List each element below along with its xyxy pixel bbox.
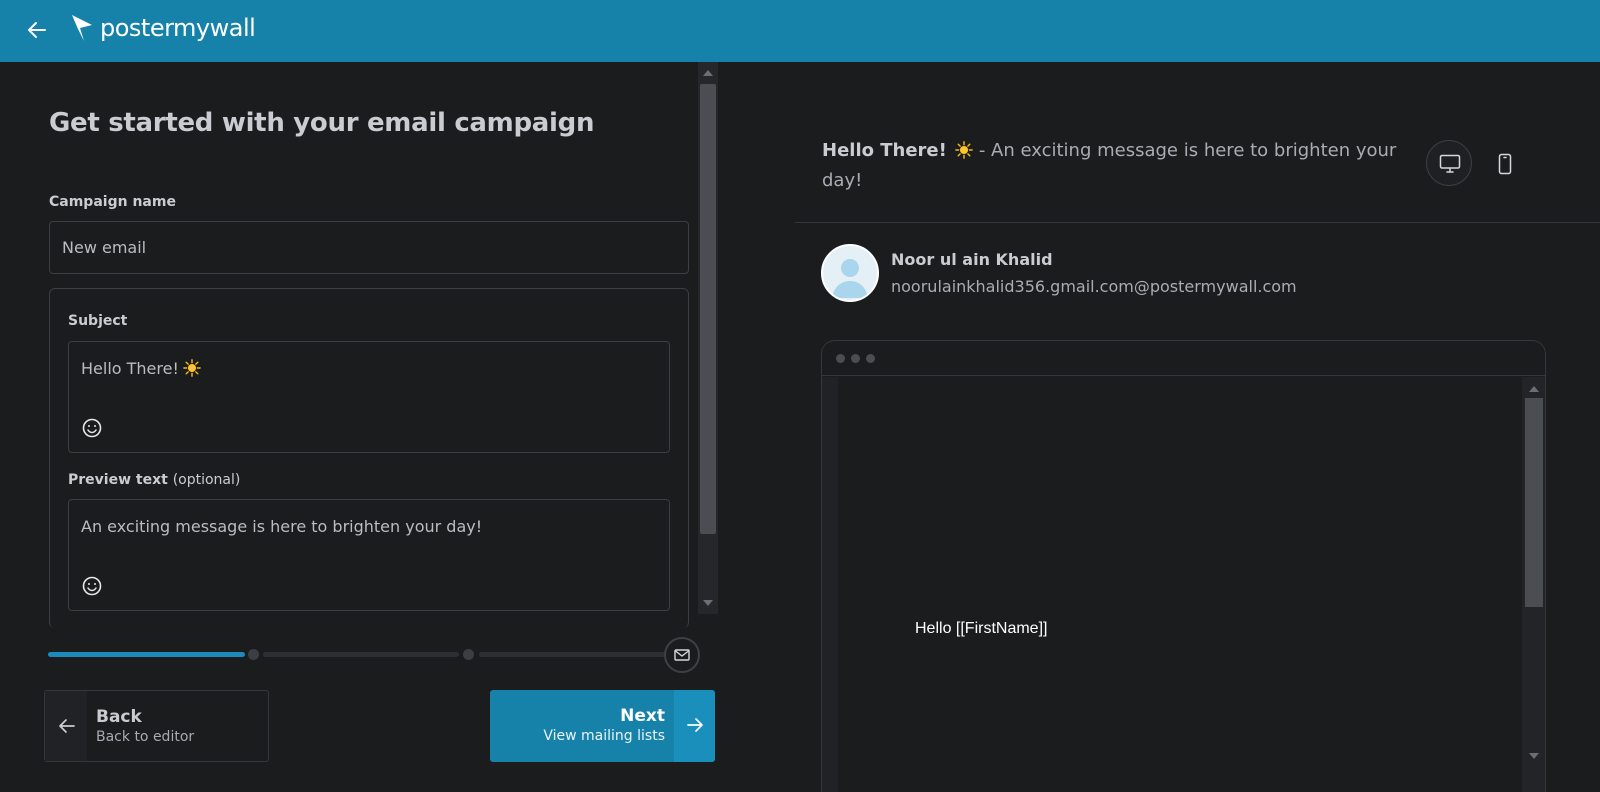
arrow-left-icon[interactable] xyxy=(24,17,50,43)
page-title: Get started with your email campaign xyxy=(49,108,595,138)
subject-text: Hello There! xyxy=(81,359,201,378)
campaign-name-input[interactable]: New email xyxy=(49,221,689,274)
user-avatar-icon xyxy=(832,259,868,298)
envelope-icon xyxy=(674,649,690,661)
preview-text-label: Preview text (optional) xyxy=(68,472,241,488)
email-body-preview-frame: Hello [[FirstName]] xyxy=(821,340,1546,792)
desktop-view-button[interactable] xyxy=(1426,140,1472,186)
preview-text-value: An exciting message is here to brighten … xyxy=(81,517,483,536)
subject-label: Subject xyxy=(68,313,128,329)
scroll-up-arrow[interactable] xyxy=(703,70,713,76)
logo-text[interactable]: postermywall xyxy=(100,14,256,42)
postermywall-logo-icon[interactable] xyxy=(70,13,94,43)
mobile-phone-icon xyxy=(1498,153,1512,175)
sun-emoji-icon xyxy=(955,141,973,159)
sender-email: noorulainkhalid356.gmail.com@postermywal… xyxy=(891,277,1297,296)
step-progress xyxy=(48,636,700,676)
preview-subject-line: Hello There! - An exciting message is he… xyxy=(822,140,1397,191)
next-button[interactable]: Next View mailing lists xyxy=(490,690,715,762)
email-body-content: Hello [[FirstName]] xyxy=(838,377,1510,792)
campaign-name-value: New email xyxy=(62,238,147,257)
emoji-picker-icon[interactable] xyxy=(81,575,103,597)
emoji-picker-icon[interactable] xyxy=(81,417,103,439)
back-button-subtitle: Back to editor xyxy=(96,729,195,745)
next-button-title: Next xyxy=(620,706,665,726)
progress-segment-2 xyxy=(263,652,459,657)
preview-text-input[interactable]: An exciting message is here to brighten … xyxy=(68,499,670,611)
progress-step-2 xyxy=(248,649,259,660)
sun-emoji-icon xyxy=(183,359,201,377)
next-button-subtitle: View mailing lists xyxy=(543,728,665,744)
window-dot xyxy=(851,354,860,363)
window-dot xyxy=(866,354,875,363)
back-button-icon-area xyxy=(45,691,87,761)
arrow-left-icon xyxy=(59,719,75,733)
window-dot xyxy=(836,354,845,363)
progress-final-step xyxy=(664,637,700,673)
browser-frame-bar xyxy=(822,341,1545,376)
back-button-title: Back xyxy=(96,707,142,727)
back-button[interactable]: Back Back to editor xyxy=(44,690,269,762)
subject-input[interactable]: Hello There! xyxy=(68,341,670,453)
next-button-icon-area xyxy=(674,690,715,762)
mobile-view-button[interactable] xyxy=(1482,140,1528,186)
scroll-up-arrow[interactable] xyxy=(1529,386,1539,392)
arrow-right-icon xyxy=(687,718,703,732)
preview-divider xyxy=(795,222,1600,223)
email-greeting-text: Hello [[FirstName]] xyxy=(915,620,1048,637)
avatar xyxy=(821,244,879,302)
preview-scrollbar[interactable] xyxy=(1522,377,1545,792)
progress-segment-1 xyxy=(48,652,245,657)
scroll-down-arrow[interactable] xyxy=(1529,753,1539,759)
scroll-thumb[interactable] xyxy=(1525,398,1543,607)
progress-segment-3 xyxy=(479,652,665,657)
campaign-name-label: Campaign name xyxy=(49,194,176,210)
scroll-thumb[interactable] xyxy=(700,84,716,534)
preview-gutter xyxy=(822,377,838,792)
top-bar: postermywall xyxy=(0,0,1600,62)
scroll-down-arrow[interactable] xyxy=(703,600,713,606)
sender-name: Noor ul ain Khalid xyxy=(891,250,1053,269)
progress-step-3 xyxy=(463,649,474,660)
form-scrollbar[interactable] xyxy=(698,62,718,614)
monitor-icon xyxy=(1439,154,1461,173)
